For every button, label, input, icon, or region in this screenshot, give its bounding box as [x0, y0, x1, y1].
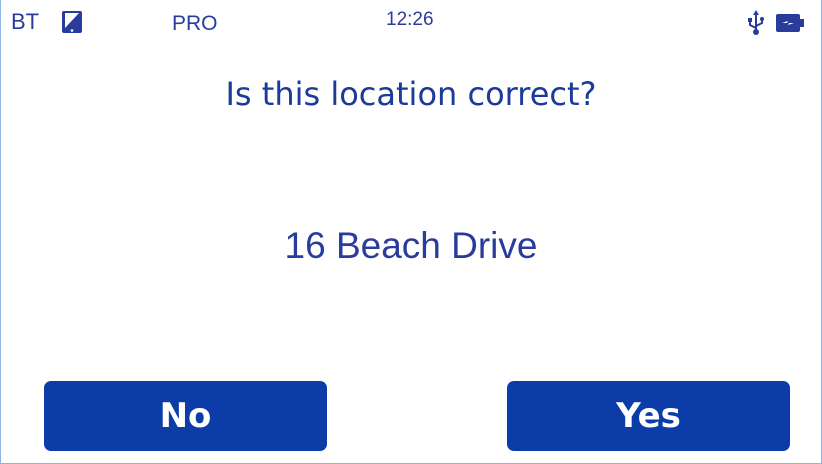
no-button[interactable]: No	[44, 381, 327, 451]
battery-charging-icon	[776, 13, 804, 33]
question-heading: Is this location correct?	[225, 75, 597, 113]
location-text: 16 Beach Drive	[284, 225, 538, 266]
usb-icon	[747, 10, 765, 36]
status-bar: BT PRO 12:26	[1, 0, 821, 42]
yes-button[interactable]: Yes	[507, 381, 790, 451]
screen: BT PRO 12:26 Is this location correct? 1…	[0, 0, 822, 464]
no-button-label: No	[159, 396, 212, 436]
mode-label: PRO	[172, 12, 218, 35]
tablet-icon	[62, 11, 82, 33]
clock: 12:26	[386, 9, 434, 30]
yes-button-label: Yes	[616, 396, 681, 436]
bt-label: BT	[11, 9, 40, 34]
